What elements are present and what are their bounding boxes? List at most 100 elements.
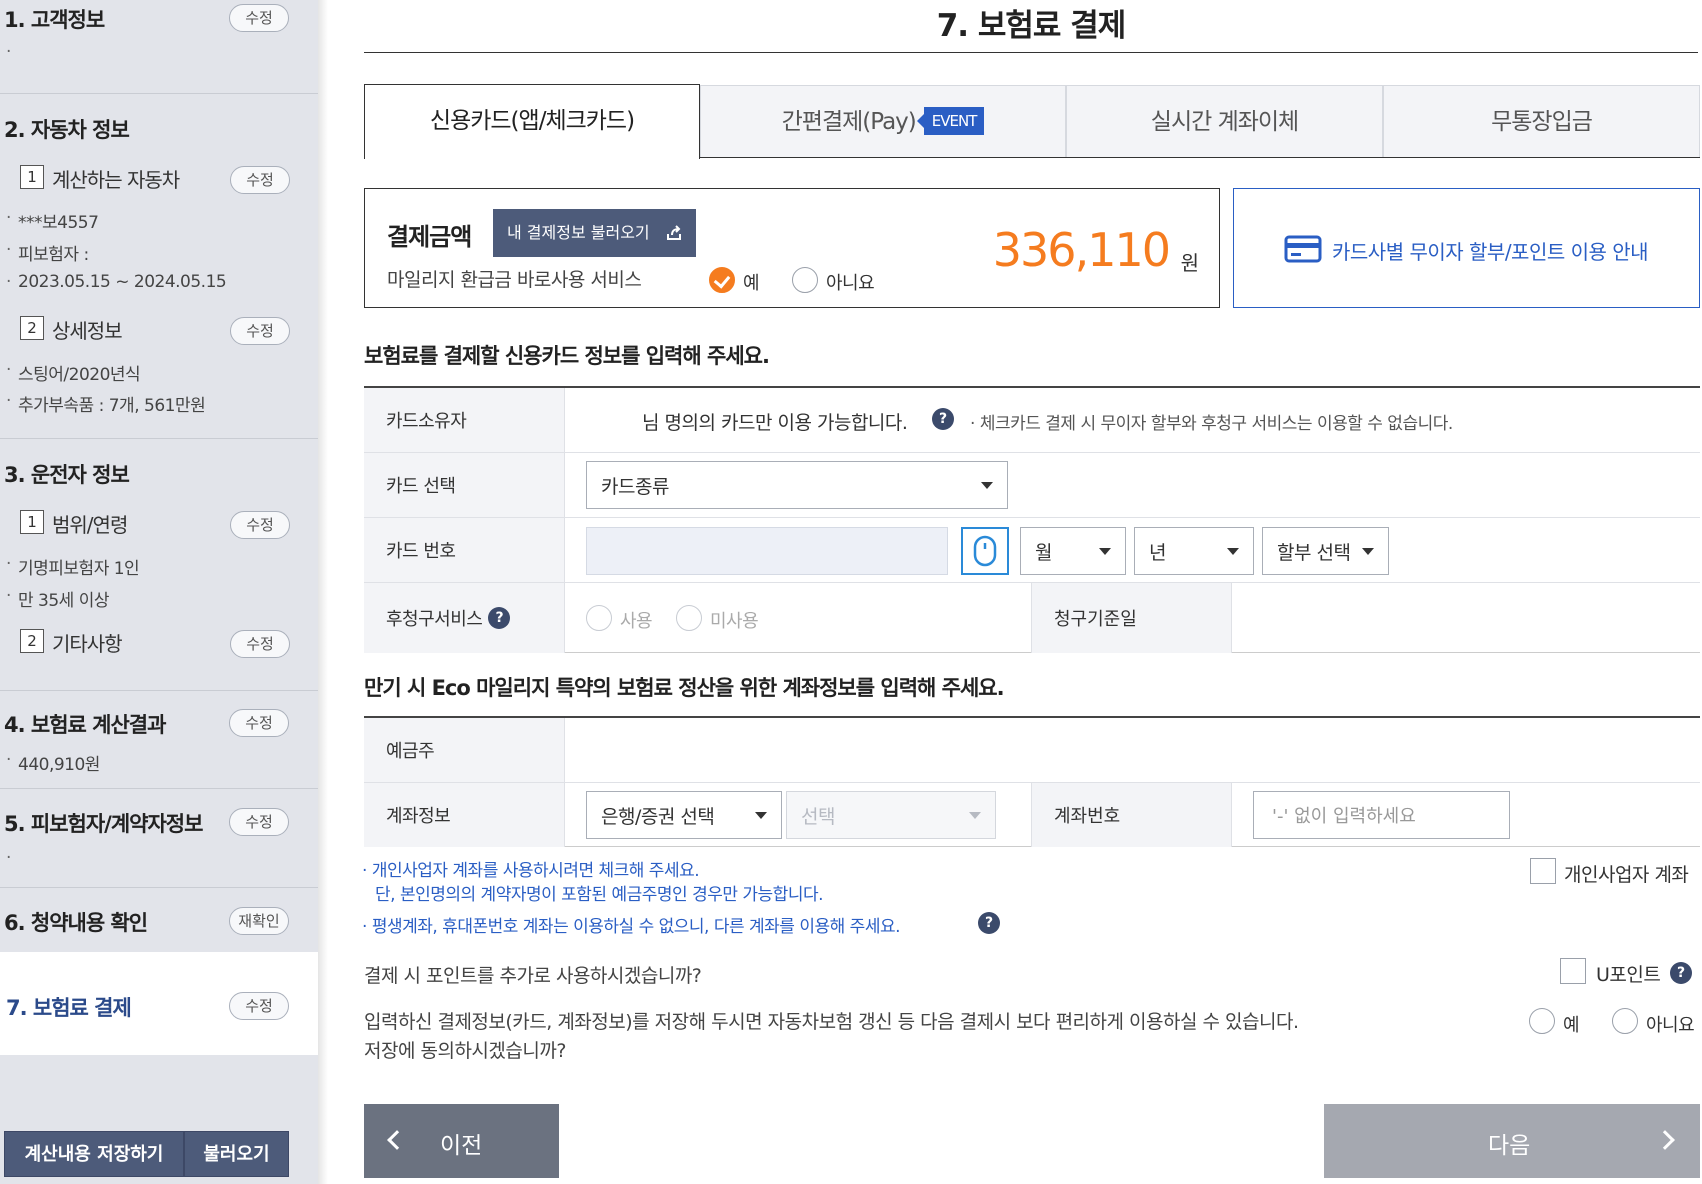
- load-button[interactable]: 불러오기: [184, 1131, 289, 1177]
- card-number-row: 카드 번호 월 년 할부 선택: [364, 518, 1700, 583]
- sidebar-bullet: 피보험자 :: [6, 240, 89, 265]
- edit-button[interactable]: 수정: [229, 4, 289, 32]
- card-type-value: 카드종류: [601, 475, 669, 498]
- load-payment-info-button[interactable]: 내 결제정보 불러오기: [493, 209, 696, 257]
- tab-label: 무통장입금: [1491, 109, 1593, 135]
- card-number-input[interactable]: [586, 527, 948, 575]
- sidebar-section-title[interactable]: 1. 고객정보: [4, 4, 105, 34]
- save-yes-label: 예: [1563, 1015, 1580, 1036]
- sidebar-section-title-active[interactable]: 7. 보험료 결제: [6, 992, 132, 1022]
- upoint-label: U포인트: [1596, 964, 1661, 986]
- save-calculation-button[interactable]: 계산내용 저장하기: [4, 1131, 184, 1177]
- card-owner-label: 카드소유자: [364, 388, 565, 452]
- account-section-heading: 만기 시 Eco 마일리지 특약의 보험료 정산을 위한 계좌정보를 입력해 주…: [364, 676, 1005, 700]
- share-icon: [667, 225, 681, 240]
- points-question: 결제 시 포인트를 추가로 사용하시겠습니까?: [364, 965, 702, 987]
- card-installment-guide-button[interactable]: 카드사별 무이자 할부/포인트 이용 안내: [1233, 188, 1700, 308]
- expiry-year-select[interactable]: 년: [1134, 527, 1254, 575]
- secure-keypad-button[interactable]: [961, 527, 1009, 575]
- account-info-row: 계좌정보 은행/증권 선택 선택 계좌번호 '-' 없이 입력하세요: [364, 783, 1700, 847]
- postpay-notuse-label: 미사용: [710, 611, 759, 632]
- chevron-down-icon: [755, 812, 767, 819]
- prev-button[interactable]: 이전: [364, 1104, 559, 1178]
- edit-button[interactable]: 수정: [230, 317, 290, 345]
- sub-title[interactable]: 범위/연령: [52, 509, 128, 538]
- edit-button[interactable]: 수정: [229, 709, 289, 737]
- credit-card-icon: [1284, 235, 1322, 263]
- expiry-month-value: 월: [1035, 541, 1052, 564]
- help-icon[interactable]: ?: [488, 607, 511, 629]
- sidebar-section-title[interactable]: 3. 운전자 정보: [4, 459, 130, 489]
- divider: [0, 93, 318, 94]
- chevron-down-icon: [981, 482, 993, 489]
- card-guide-label: 카드사별 무이자 할부/포인트 이용 안내: [1332, 240, 1649, 264]
- tab-credit-card[interactable]: 신용카드(앱/체크카드): [364, 84, 700, 159]
- payment-amount-label: 결제금액: [387, 223, 472, 251]
- help-icon[interactable]: ?: [1670, 962, 1692, 984]
- help-icon[interactable]: ?: [978, 912, 1000, 934]
- sidebar-shadow: [318, 0, 328, 1184]
- card-select-label: 카드 선택: [364, 453, 565, 517]
- tab-label: 신용카드(앱/체크카드): [429, 108, 635, 134]
- postpay-notuse-radio[interactable]: [676, 605, 702, 631]
- bank-select[interactable]: 은행/증권 선택: [586, 791, 782, 839]
- sidebar-section-title[interactable]: 6. 청약내용 확인: [4, 907, 148, 937]
- chevron-down-icon: [1362, 548, 1374, 555]
- save-no-label: 아니요: [1646, 1015, 1695, 1036]
- sub-number: 2: [20, 629, 44, 653]
- edit-button[interactable]: 수정: [230, 630, 290, 658]
- account-number-input[interactable]: '-' 없이 입력하세요: [1253, 791, 1510, 839]
- recheck-button[interactable]: 재확인: [229, 907, 289, 935]
- divider: [0, 438, 318, 439]
- account-holder-row: 예금주: [364, 718, 1700, 783]
- account-holder-label: 예금주: [364, 718, 565, 782]
- next-button[interactable]: 다음: [1324, 1104, 1700, 1178]
- card-type-select[interactable]: 카드종류: [586, 461, 1008, 509]
- save-question-line1: 입력하신 결제정보(카드, 계좌정보)를 저장해 두시면 자동차보험 갱신 등 …: [364, 1011, 1299, 1033]
- mileage-yes-radio[interactable]: [709, 267, 735, 293]
- sub-select[interactable]: 선택: [786, 791, 996, 839]
- sidebar-section-title[interactable]: 4. 보험료 계산결과: [4, 709, 166, 739]
- mileage-service-label: 마일리지 환급금 바로사용 서비스: [387, 269, 642, 291]
- divider: [0, 690, 318, 691]
- sub-title[interactable]: 기타사항: [52, 628, 123, 657]
- card-select-row: 카드 선택 카드종류: [364, 453, 1700, 518]
- sidebar: 1. 고객정보 수정 2. 자동차 정보 1 계산하는 자동차 수정 ***보4…: [0, 0, 318, 1184]
- installment-select[interactable]: 할부 선택: [1262, 527, 1389, 575]
- card-form-table: 카드소유자 님 명의의 카드만 이용 가능합니다. ? · 체크카드 결제 시 …: [364, 386, 1700, 653]
- expiry-month-select[interactable]: 월: [1020, 527, 1126, 575]
- edit-button[interactable]: 수정: [229, 808, 289, 836]
- tab-realtime-transfer[interactable]: 실시간 계좌이체: [1066, 85, 1383, 158]
- help-icon[interactable]: ?: [932, 408, 954, 430]
- upoint-checkbox[interactable]: [1560, 958, 1586, 984]
- sub-select-value: 선택: [801, 805, 835, 828]
- sidebar-section-title[interactable]: 2. 자동차 정보: [4, 114, 130, 144]
- tab-easy-pay[interactable]: 간편결제(Pay) EVENT: [700, 85, 1066, 158]
- sub-title[interactable]: 계산하는 자동차: [52, 164, 180, 193]
- mouse-icon: [973, 535, 997, 567]
- sidebar-section-title[interactable]: 5. 피보험자/계약자정보: [4, 808, 203, 838]
- account-info-label: 계좌정보: [364, 783, 565, 847]
- installment-value: 할부 선택: [1277, 541, 1351, 564]
- edit-button[interactable]: 수정: [230, 511, 290, 539]
- edit-button[interactable]: 수정: [230, 166, 290, 194]
- save-no-radio[interactable]: [1612, 1008, 1638, 1034]
- save-question-line2: 저장에 동의하시겠습니까?: [364, 1040, 566, 1062]
- mileage-no-label: 아니요: [826, 273, 875, 294]
- load-payment-info-label: 내 결제정보 불러오기: [507, 223, 650, 242]
- business-account-checkbox[interactable]: [1530, 858, 1556, 884]
- save-yes-radio[interactable]: [1529, 1008, 1555, 1034]
- sub-number: 1: [20, 510, 44, 534]
- page-title: 7. 보험료 결제: [936, 8, 1127, 44]
- bank-select-value: 은행/증권 선택: [601, 805, 715, 828]
- mileage-no-radio[interactable]: [792, 267, 818, 293]
- postpay-use-radio[interactable]: [586, 605, 612, 631]
- account-restriction-note: · 평생계좌, 휴대폰번호 계좌는 이용하실 수 없으니, 다른 계좌를 이용해…: [362, 917, 901, 937]
- card-section-heading: 보험료를 결제할 신용카드 정보를 입력해 주세요.: [364, 344, 770, 368]
- sub-title[interactable]: 상세정보: [52, 315, 123, 344]
- payment-amount-box: 결제금액 내 결제정보 불러오기 마일리지 환급금 바로사용 서비스 예 아니요…: [364, 188, 1220, 308]
- tab-bank-deposit[interactable]: 무통장입금: [1383, 85, 1700, 158]
- business-account-note: · 개인사업자 계좌를 사용하시려면 체크해 주세요.: [362, 861, 700, 881]
- edit-button[interactable]: 수정: [229, 992, 289, 1020]
- chevron-left-icon: [387, 1130, 407, 1150]
